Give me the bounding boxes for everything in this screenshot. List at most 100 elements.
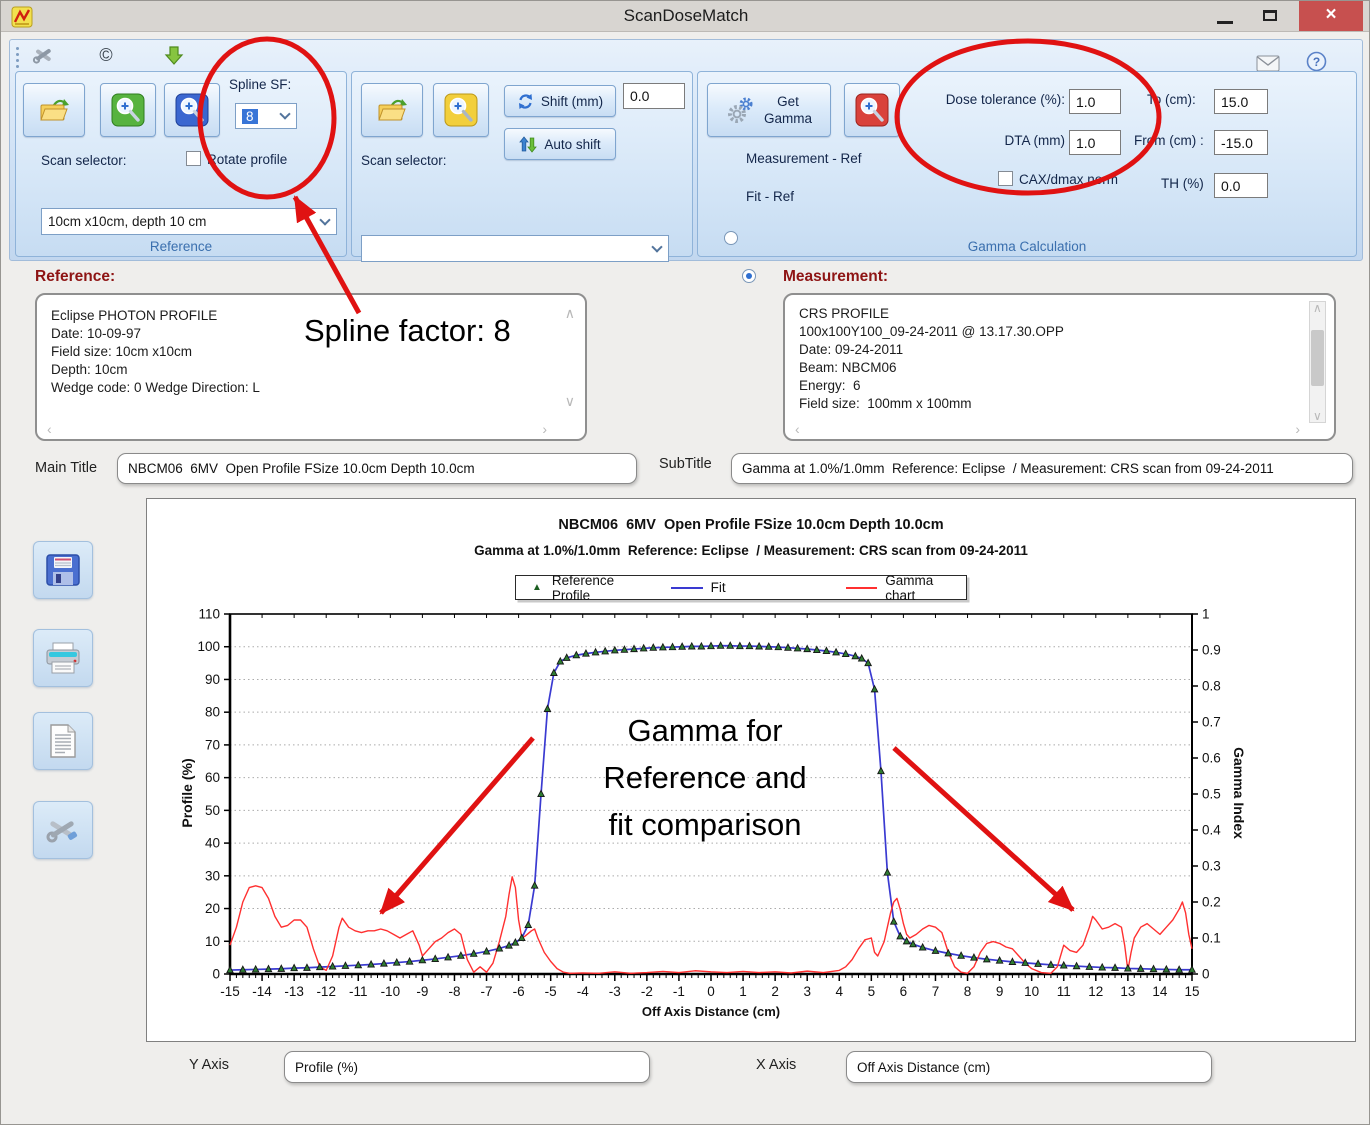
dose-tolerance-label: Dose tolerance (%): — [917, 92, 1065, 107]
magnifier-plus-blue-icon — [175, 93, 209, 127]
svg-text:70: 70 — [205, 737, 220, 752]
to-input[interactable] — [1214, 89, 1268, 114]
to-label: To (cm): — [1147, 92, 1196, 107]
zoom-gamma-button[interactable] — [844, 83, 900, 137]
svg-text:0: 0 — [212, 967, 220, 982]
dose-tolerance-input[interactable] — [1069, 89, 1121, 114]
th-label: TH (%) — [1161, 176, 1204, 191]
copyright-icon[interactable]: © — [91, 43, 121, 67]
cax-dmax-checkbox[interactable] — [998, 171, 1013, 186]
svg-text:-12: -12 — [316, 984, 336, 999]
svg-text:-5: -5 — [545, 984, 557, 999]
svg-text:11: 11 — [1057, 984, 1071, 999]
svg-text:0.8: 0.8 — [1202, 679, 1221, 694]
vertical-scrollbar[interactable]: ∧ ∨ — [1309, 301, 1326, 423]
chevron-down-icon — [651, 241, 662, 252]
svg-text:60: 60 — [205, 770, 220, 785]
dta-input[interactable] — [1069, 130, 1121, 155]
save-icon — [45, 553, 81, 587]
shift-button[interactable]: Shift (mm) — [504, 85, 616, 117]
scroll-left-icon[interactable]: ‹ — [47, 421, 52, 437]
svg-text:-10: -10 — [381, 984, 401, 999]
report-button[interactable] — [33, 712, 93, 770]
main-title-label: Main Title — [35, 460, 97, 476]
reference-line: Depth: 10cm — [51, 361, 585, 379]
get-gamma-button[interactable]: GetGamma — [707, 83, 831, 137]
x-axis-title: Off Axis Distance (cm) — [511, 1004, 911, 1019]
fit-ref-radio[interactable] — [742, 269, 756, 283]
auto-shift-button[interactable]: Auto shift — [504, 128, 616, 160]
open-folder-icon — [376, 96, 408, 124]
dta-label: DTA (mm) — [977, 133, 1065, 148]
auto-shift-label: Auto shift — [544, 137, 600, 152]
scroll-right-icon[interactable]: › — [542, 421, 547, 437]
reference-scan-value: 10cm x10cm, depth 10 cm — [48, 214, 206, 229]
from-label: From (cm) : — [1134, 133, 1204, 148]
tools-icon — [45, 814, 81, 846]
y-axis-field-label: Y Axis — [189, 1057, 229, 1073]
rotate-profile-checkbox[interactable] — [186, 151, 201, 166]
main-title-input[interactable] — [117, 453, 637, 484]
up-down-arrows-icon — [519, 136, 537, 153]
magnifier-plus-green-icon — [111, 93, 145, 127]
reference-scan-selector-label: Scan selector: — [41, 153, 127, 168]
svg-text:0: 0 — [1202, 967, 1210, 982]
svg-text:10: 10 — [1024, 984, 1039, 999]
svg-text:-9: -9 — [416, 984, 428, 999]
spline-sf-label: Spline SF: — [229, 77, 291, 92]
tools-icon[interactable] — [29, 43, 59, 67]
zoom-measurement-button[interactable] — [433, 83, 489, 137]
download-arrow-icon[interactable] — [159, 43, 189, 67]
reference-heading: Reference: — [35, 268, 115, 286]
svg-text:1: 1 — [1202, 607, 1210, 622]
y-axis-input[interactable] — [284, 1051, 650, 1083]
svg-text:5: 5 — [868, 984, 876, 999]
right-axis-title: Gamma Index — [1231, 733, 1247, 853]
scrollbar-thumb[interactable] — [1311, 330, 1324, 386]
title-bar: ScanDoseMatch × — [1, 1, 1370, 32]
measurement-line: Energy: 6 — [799, 377, 1334, 395]
svg-text:-14: -14 — [252, 984, 272, 999]
measurement-heading: Measurement: — [783, 268, 888, 286]
measurement-info-box[interactable]: CRS PROFILE 100x100Y100_09-24-2011 @ 13.… — [783, 293, 1336, 441]
scroll-down-icon[interactable]: ∨ — [1313, 409, 1322, 423]
zoom-reference-blue-button[interactable] — [164, 83, 220, 137]
scroll-down-icon[interactable]: ∨ — [565, 393, 575, 410]
measurement-ref-radio[interactable] — [724, 231, 738, 245]
scroll-right-icon[interactable]: › — [1295, 421, 1300, 437]
scroll-left-icon[interactable]: ‹ — [795, 421, 800, 437]
scroll-up-icon[interactable]: ∧ — [1313, 301, 1322, 315]
chevron-down-icon — [279, 108, 290, 119]
svg-text:40: 40 — [205, 836, 220, 851]
subtitle-input[interactable] — [731, 453, 1353, 484]
print-button[interactable] — [33, 629, 93, 687]
close-button[interactable]: × — [1299, 1, 1363, 31]
svg-text:-13: -13 — [284, 984, 304, 999]
open-measurement-button[interactable] — [361, 83, 423, 137]
reference-line: Wedge code: 0 Wedge Direction: L — [51, 379, 585, 397]
th-input[interactable] — [1214, 173, 1268, 198]
zoom-reference-green-button[interactable] — [100, 83, 156, 137]
shift-value-input[interactable] — [623, 83, 685, 109]
left-axis-title: Profile (%) — [179, 733, 195, 853]
svg-text:100: 100 — [197, 639, 220, 654]
spline-sf-combo[interactable]: 8 — [235, 103, 297, 129]
measurement-scan-combo[interactable] — [361, 235, 669, 262]
reference-scan-combo[interactable]: 10cm x10cm, depth 10 cm — [41, 208, 337, 235]
gamma-annotation-text: Gamma for Reference and fit comparison — [555, 707, 855, 848]
minimize-icon[interactable] — [1217, 21, 1233, 24]
from-input[interactable] — [1214, 130, 1268, 155]
x-axis-input[interactable] — [846, 1051, 1212, 1083]
svg-text:-2: -2 — [641, 984, 653, 999]
measurement-line: CRS PROFILE — [799, 305, 1334, 323]
help-icon[interactable]: ? — [1301, 49, 1331, 73]
svg-text:0.4: 0.4 — [1202, 823, 1221, 838]
maximize-icon[interactable] — [1263, 10, 1277, 21]
open-reference-button[interactable] — [23, 83, 85, 137]
settings-button[interactable] — [33, 801, 93, 859]
svg-text:4: 4 — [836, 984, 844, 999]
save-button[interactable] — [33, 541, 93, 599]
gears-icon — [726, 95, 756, 125]
svg-text:13: 13 — [1120, 984, 1135, 999]
scroll-up-icon[interactable]: ∧ — [565, 305, 575, 322]
